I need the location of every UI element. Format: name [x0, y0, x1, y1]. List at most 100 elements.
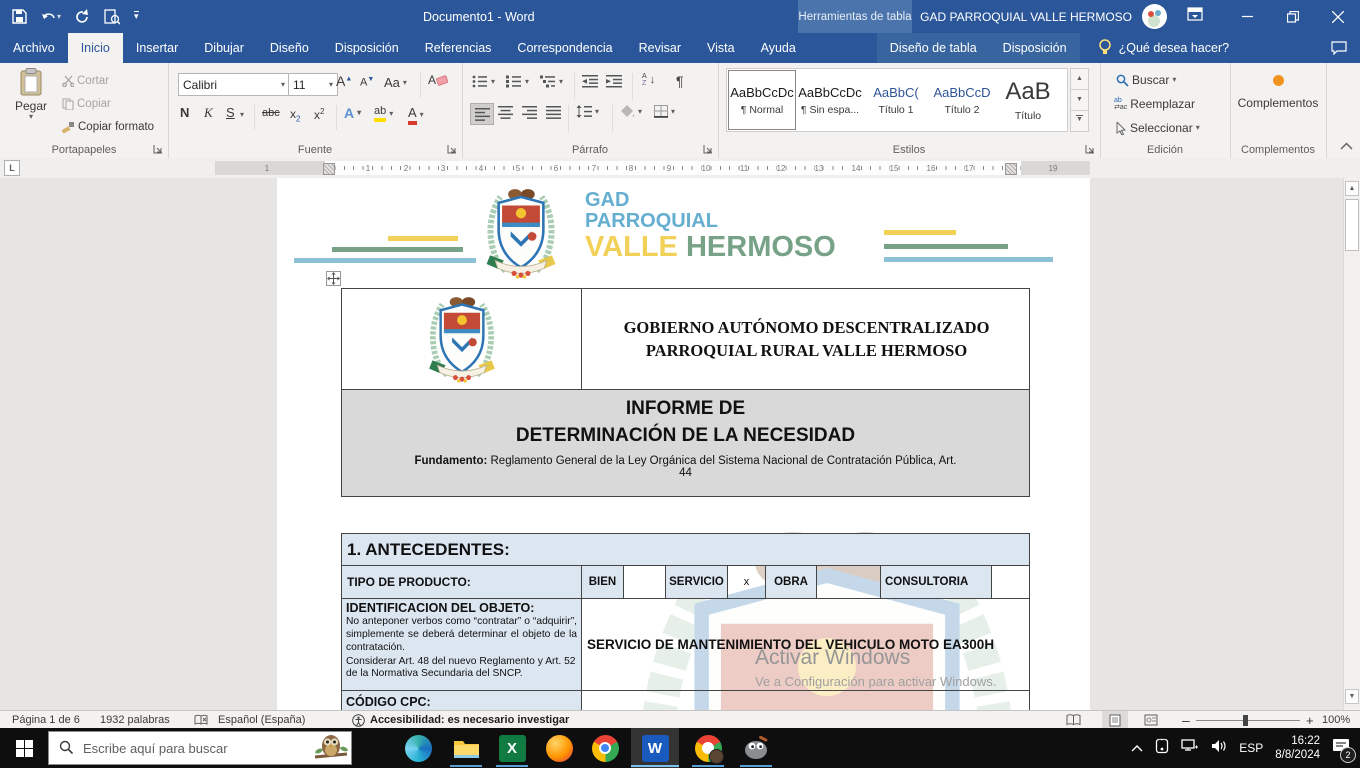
- table-row-org[interactable]: GOBIERNO AUTÓNOMO DESCENTRALIZADO PARROQ…: [341, 288, 1030, 390]
- right-indent-marker[interactable]: [1005, 163, 1017, 175]
- font-name-combobox[interactable]: Calibri▾: [178, 73, 290, 96]
- servicio-value-cell[interactable]: x: [728, 566, 766, 598]
- change-case-button[interactable]: Aa▾: [384, 75, 407, 90]
- tab-referencias[interactable]: Referencias: [412, 33, 505, 63]
- table-row-report-title[interactable]: INFORME DE DETERMINACIÓN DE LA NECESIDAD…: [341, 390, 1030, 497]
- increase-indent-button[interactable]: [606, 75, 622, 91]
- taskbar-explorer-icon[interactable]: [442, 728, 490, 768]
- grow-font-button[interactable]: A▲: [336, 73, 352, 89]
- codigo-cpc-cell[interactable]: CÓDIGO CPC:: [342, 691, 582, 710]
- servicio-cell[interactable]: SERVICIO: [666, 566, 728, 598]
- styles-more-icon[interactable]: ▼: [1070, 110, 1089, 132]
- find-button[interactable]: Buscar▾: [1116, 73, 1176, 87]
- tab-archivo[interactable]: Archivo: [0, 33, 68, 63]
- minimize-button[interactable]: [1225, 0, 1270, 33]
- tab-dibujar[interactable]: Dibujar: [191, 33, 257, 63]
- zoom-out-button[interactable]: –: [1182, 711, 1190, 729]
- format-painter-button[interactable]: Copiar formato: [62, 121, 154, 133]
- obra-cell[interactable]: OBRA: [766, 566, 817, 598]
- taskbar-search-input[interactable]: Escribe aquí para buscar: [48, 731, 352, 765]
- font-size-combobox[interactable]: 11▾: [288, 73, 338, 96]
- save-icon[interactable]: [12, 9, 27, 24]
- org-name-cell[interactable]: GOBIERNO AUTÓNOMO DESCENTRALIZADO PARROQ…: [582, 289, 1031, 389]
- text-effects-button[interactable]: A▾: [344, 105, 361, 121]
- highlight-color-button[interactable]: ab▾: [374, 105, 393, 122]
- table-row-tipo-producto[interactable]: TIPO DE PRODUCTO: BIEN SERVICIO x OBRA C…: [341, 566, 1030, 599]
- table-move-handle-icon[interactable]: [326, 271, 341, 286]
- subscript-button[interactable]: x2: [290, 107, 300, 123]
- table-row-codigo-cpc[interactable]: CÓDIGO CPC:: [341, 691, 1030, 710]
- taskbar-word-icon[interactable]: W: [631, 728, 679, 768]
- tab-disposicion[interactable]: Disposición: [322, 33, 412, 63]
- style-no-spacing[interactable]: AaBbCcDc ¶ Sin espa...: [797, 71, 863, 129]
- word-count[interactable]: 1932 palabras: [100, 711, 170, 729]
- zoom-slider[interactable]: [1196, 711, 1300, 729]
- tab-selector[interactable]: L: [4, 160, 20, 176]
- read-mode-icon[interactable]: [1066, 711, 1081, 729]
- tray-chevron-icon[interactable]: [1131, 739, 1143, 757]
- collapse-ribbon-icon[interactable]: [1340, 141, 1353, 153]
- ribbon-display-options-icon[interactable]: [1187, 7, 1203, 26]
- decrease-indent-button[interactable]: [582, 75, 598, 91]
- select-button[interactable]: Seleccionar▾: [1116, 121, 1200, 135]
- tab-diseno[interactable]: Diseño: [257, 33, 322, 63]
- language-badge[interactable]: ESP: [1239, 741, 1263, 755]
- codigo-cpc-value-cell[interactable]: [582, 691, 1031, 710]
- tab-ayuda[interactable]: Ayuda: [748, 33, 809, 63]
- customize-qat-icon[interactable]: ▾: [134, 11, 139, 22]
- web-layout-icon[interactable]: [1144, 711, 1158, 729]
- zoom-slider-thumb[interactable]: [1243, 715, 1248, 726]
- consultoria-value-cell[interactable]: [992, 566, 1031, 598]
- comments-icon[interactable]: [1318, 33, 1360, 63]
- restore-button[interactable]: [1270, 0, 1315, 33]
- sort-button[interactable]: AZ ↓: [642, 73, 655, 87]
- action-center-icon[interactable]: 2: [1332, 738, 1350, 759]
- styles-scroll-down-icon[interactable]: ▼: [1070, 89, 1089, 111]
- tab-diseno-de-tabla[interactable]: Diseño de tabla: [877, 33, 990, 63]
- align-right-button[interactable]: [522, 106, 537, 122]
- zoom-level[interactable]: 100%: [1322, 711, 1350, 729]
- font-dialog-launcher-icon[interactable]: [447, 144, 458, 155]
- table-row-objeto[interactable]: IDENTIFICACION DEL OBJETO: No anteponer …: [341, 599, 1030, 691]
- taskbar-firefox-icon[interactable]: [535, 728, 583, 768]
- borders-button[interactable]: ▾: [654, 105, 675, 118]
- tab-revisar[interactable]: Revisar: [626, 33, 694, 63]
- bullets-button[interactable]: ▾: [472, 75, 495, 88]
- tipo-producto-cell[interactable]: TIPO DE PRODUCTO:: [342, 566, 582, 598]
- bold-button[interactable]: N: [180, 105, 189, 120]
- language-indicator[interactable]: Español (España): [218, 711, 305, 729]
- styles-dialog-launcher-icon[interactable]: [1085, 144, 1096, 155]
- print-preview-icon[interactable]: [104, 9, 120, 25]
- tell-me-box[interactable]: ¿Qué desea hacer?: [1098, 33, 1230, 63]
- print-layout-icon[interactable]: [1102, 711, 1128, 729]
- clear-formatting-button[interactable]: A: [428, 71, 448, 92]
- obra-value-cell[interactable]: [817, 566, 881, 598]
- zoom-in-button[interactable]: +: [1306, 711, 1314, 729]
- avatar[interactable]: [1142, 4, 1167, 29]
- paste-button[interactable]: Pegar ▾: [10, 68, 52, 136]
- scrollbar-thumb[interactable]: [1345, 199, 1359, 251]
- left-indent-marker[interactable]: [323, 163, 335, 175]
- multilevel-list-button[interactable]: ▾: [540, 75, 563, 88]
- shrink-font-button[interactable]: A▼: [360, 76, 374, 89]
- account-name[interactable]: GAD PARROQUIAL VALLE HERMOSO: [920, 10, 1132, 24]
- tray-status-icon[interactable]: [1155, 738, 1169, 759]
- tab-disposicion-tabla[interactable]: Disposición: [990, 33, 1080, 63]
- style-heading2[interactable]: AaBbCcD Título 2: [929, 71, 995, 129]
- org-crest-cell[interactable]: [342, 289, 582, 389]
- cut-button[interactable]: Cortar: [62, 75, 109, 87]
- proofing-icon[interactable]: [194, 711, 208, 729]
- copy-button[interactable]: Copiar: [62, 98, 111, 110]
- underline-button[interactable]: S: [226, 105, 235, 120]
- start-button[interactable]: [0, 728, 48, 768]
- font-color-button[interactable]: A▾: [408, 105, 424, 125]
- tab-correspondencia[interactable]: Correspondencia: [504, 33, 625, 63]
- document-page[interactable]: GAD PARROQUIAL VALLE HERMOSO GOBIERNO AU…: [277, 178, 1090, 710]
- clipboard-dialog-launcher-icon[interactable]: [153, 144, 164, 155]
- style-normal[interactable]: AaBbCcDc ¶ Normal: [728, 70, 796, 130]
- italic-button[interactable]: K: [204, 105, 213, 121]
- table-row-antecedentes[interactable]: 1. ANTECEDENTES:: [341, 533, 1030, 566]
- volume-icon[interactable]: [1211, 739, 1227, 758]
- styles-scroll-up-icon[interactable]: ▲: [1070, 68, 1089, 90]
- horizontal-ruler[interactable]: 1 1 2 3 4 5 6 7 8 9 10 11 12 13 14 15 16…: [215, 161, 1090, 175]
